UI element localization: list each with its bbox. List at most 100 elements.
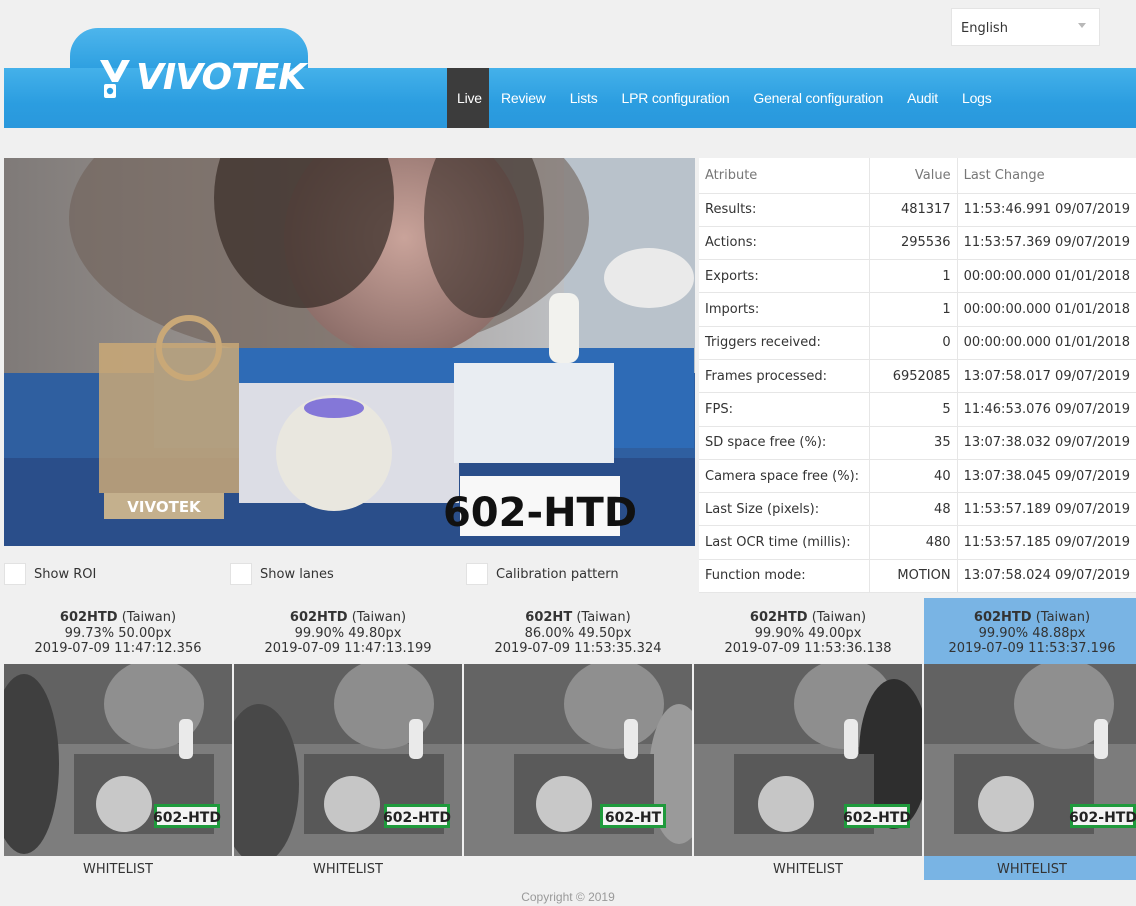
language-select[interactable]: English (951, 8, 1100, 46)
detection-header: 602HTD (Taiwan) 99.90% 49.00px 2019-07-0… (694, 598, 922, 664)
thumbnail-plate-text: 602-HTD (383, 810, 451, 826)
show-roi-checkbox[interactable] (4, 563, 26, 585)
detection-card-selected[interactable]: 602HTD (Taiwan) 99.90% 48.88px 2019-07-0… (924, 598, 1136, 880)
detection-metrics: 86.00% 49.50px (524, 625, 632, 641)
stat-value: 1 (868, 292, 958, 327)
detection-list-status: WHITELIST (83, 862, 153, 877)
stat-value: 295536 (868, 226, 958, 261)
brand-name: VIVOTEK (136, 56, 306, 98)
detection-header: 602HTD (Taiwan) 99.90% 49.80px 2019-07-0… (234, 598, 462, 664)
detection-card[interactable]: 602HT (Taiwan) 86.00% 49.50px 2019-07-09… (464, 598, 692, 880)
stat-value: 6952085 (868, 359, 958, 394)
detection-thumbnail[interactable]: 602-HT (464, 664, 692, 856)
stat-attribute: Exports: (699, 259, 870, 294)
table-row: Imports: 1 00:00:00.000 01/01/2018 (699, 292, 1136, 327)
show-lanes-checkbox[interactable] (230, 563, 252, 585)
detection-metrics: 99.90% 48.88px (978, 625, 1086, 641)
footer-copyright: Copyright © 2019 (521, 890, 615, 904)
detection-thumbnail[interactable]: 602-HTD (924, 664, 1136, 856)
stat-value: MOTION (868, 559, 958, 594)
detection-time: 2019-07-09 11:53:36.138 (724, 641, 892, 656)
nav-review[interactable]: Review (489, 68, 558, 128)
stat-value: 5 (868, 392, 958, 427)
stats-header-attribute: Atribute (699, 158, 870, 194)
stat-value: 0 (868, 326, 958, 360)
main-nav: Live Review Lists LPR configuration Gene… (447, 68, 1004, 128)
thumbnail-plate-text: 602-HTD (843, 810, 911, 826)
stat-last-change: 11:46:53.076 09/07/2019 (957, 392, 1136, 427)
detection-header: 602HTD (Taiwan) 99.73% 50.00px 2019-07-0… (4, 598, 232, 664)
table-row: Function mode: MOTION 13:07:58.024 09/07/2… (699, 559, 1136, 594)
table-row: FPS: 5 11:46:53.076 09/07/2019 (699, 392, 1136, 427)
detection-time: 2019-07-09 11:47:13.199 (264, 641, 432, 656)
stat-attribute: Triggers received: (699, 326, 870, 360)
stat-attribute: Camera space free (%): (699, 459, 870, 494)
stat-attribute: Actions: (699, 226, 870, 261)
detection-card[interactable]: 602HTD (Taiwan) 99.90% 49.80px 2019-07-0… (234, 598, 462, 880)
detection-thumbnail[interactable]: 602-HTD (4, 664, 232, 856)
table-row: Frames processed: 6952085 13:07:58.017 09/… (699, 359, 1136, 394)
live-camera-view[interactable]: VIVOTEK 602-HTD (4, 158, 695, 546)
stat-last-change: 13:07:58.024 09/07/2019 (957, 559, 1136, 594)
detection-plate: 602HTD (973, 610, 1032, 625)
stat-last-change: 13:07:38.045 09/07/2019 (957, 459, 1136, 494)
show-lanes-option[interactable]: Show lanes (230, 562, 334, 586)
stat-last-change: 11:53:57.369 09/07/2019 (957, 226, 1136, 261)
live-camera-image: VIVOTEK 602-HTD (4, 158, 695, 546)
show-roi-option[interactable]: Show ROI (4, 562, 96, 586)
detection-strip: 602HTD (Taiwan) 99.73% 50.00px 2019-07-0… (4, 598, 1136, 880)
table-row: Exports: 1 00:00:00.000 01/01/2018 (699, 259, 1136, 294)
detection-metrics: 99.90% 49.80px (294, 625, 402, 641)
table-row: Camera space free (%): 40 13:07:38.045 09/… (699, 459, 1136, 494)
detection-header: 602HT (Taiwan) 86.00% 49.50px 2019-07-09… (464, 598, 692, 664)
calibration-pattern-option[interactable]: Calibration pattern (466, 562, 619, 586)
brand-logo[interactable]: VIVOTEK (100, 52, 306, 102)
stat-attribute: Frames processed: (699, 359, 870, 394)
table-row: Triggers received: 0 00:00:00.000 01/01/20… (699, 326, 1136, 360)
detection-metrics: 99.90% 49.00px (754, 625, 862, 641)
detection-thumbnail[interactable]: 602-HTD (694, 664, 922, 856)
nav-general-configuration[interactable]: General configuration (741, 68, 895, 128)
detection-country: (Taiwan) (811, 610, 867, 625)
detection-time: 2019-07-09 11:53:37.196 (948, 641, 1116, 656)
detection-plate: 602HTD (289, 610, 348, 625)
thumbnail-plate-text: 602-HT (605, 810, 662, 826)
detection-card[interactable]: 602HTD (Taiwan) 99.90% 49.00px 2019-07-0… (694, 598, 922, 880)
detection-country: (Taiwan) (351, 610, 407, 625)
stat-last-change: 13:07:58.017 09/07/2019 (957, 359, 1136, 394)
stat-last-change: 00:00:00.000 01/01/2018 (957, 292, 1136, 327)
calibration-pattern-checkbox[interactable] (466, 563, 488, 585)
chevron-down-icon (1078, 23, 1086, 28)
stats-header-row: Atribute Value Last Change (699, 158, 1136, 194)
language-select-value: English (961, 21, 1008, 36)
table-row: Last OCR time (millis): 480 11:53:57.185 0… (699, 525, 1136, 560)
table-row: SD space free (%): 35 13:07:38.032 09/07/2… (699, 426, 1136, 460)
nav-lists[interactable]: Lists (558, 68, 610, 128)
detection-card[interactable]: 602HTD (Taiwan) 99.73% 50.00px 2019-07-0… (4, 598, 232, 880)
detection-list-status: WHITELIST (313, 862, 383, 877)
show-roi-label: Show ROI (34, 566, 97, 582)
detection-thumbnail[interactable]: 602-HTD (234, 664, 462, 856)
detection-plate: 602HTD (749, 610, 808, 625)
detection-time: 2019-07-09 11:53:35.324 (494, 641, 662, 656)
stat-value: 35 (868, 426, 958, 460)
detection-time: 2019-07-09 11:47:12.356 (34, 641, 202, 656)
nav-live[interactable]: Live (447, 68, 489, 128)
stats-header-value: Value (868, 158, 958, 194)
stat-last-change: 00:00:00.000 01/01/2018 (957, 259, 1136, 294)
nav-logs[interactable]: Logs (950, 68, 1004, 128)
nav-lpr-configuration[interactable]: LPR configuration (610, 68, 742, 128)
detection-list-status (464, 856, 692, 880)
thumbnail-plate-text: 602-HTD (1069, 810, 1136, 826)
stat-last-change: 11:53:57.189 09/07/2019 (957, 492, 1136, 527)
stat-value: 40 (868, 459, 958, 494)
thumbnail-plate-text: 602-HTD (153, 810, 221, 826)
stats-table: Atribute Value Last Change Results: 48131… (699, 158, 1136, 594)
detection-metrics: 99.73% 50.00px (64, 625, 172, 641)
nav-audit[interactable]: Audit (895, 68, 950, 128)
detection-list-status: WHITELIST (997, 862, 1067, 877)
show-lanes-label: Show lanes (260, 566, 334, 582)
detection-country: (Taiwan) (1035, 610, 1091, 625)
calibration-pattern-label: Calibration pattern (496, 566, 619, 582)
detection-country: (Taiwan) (121, 610, 177, 625)
